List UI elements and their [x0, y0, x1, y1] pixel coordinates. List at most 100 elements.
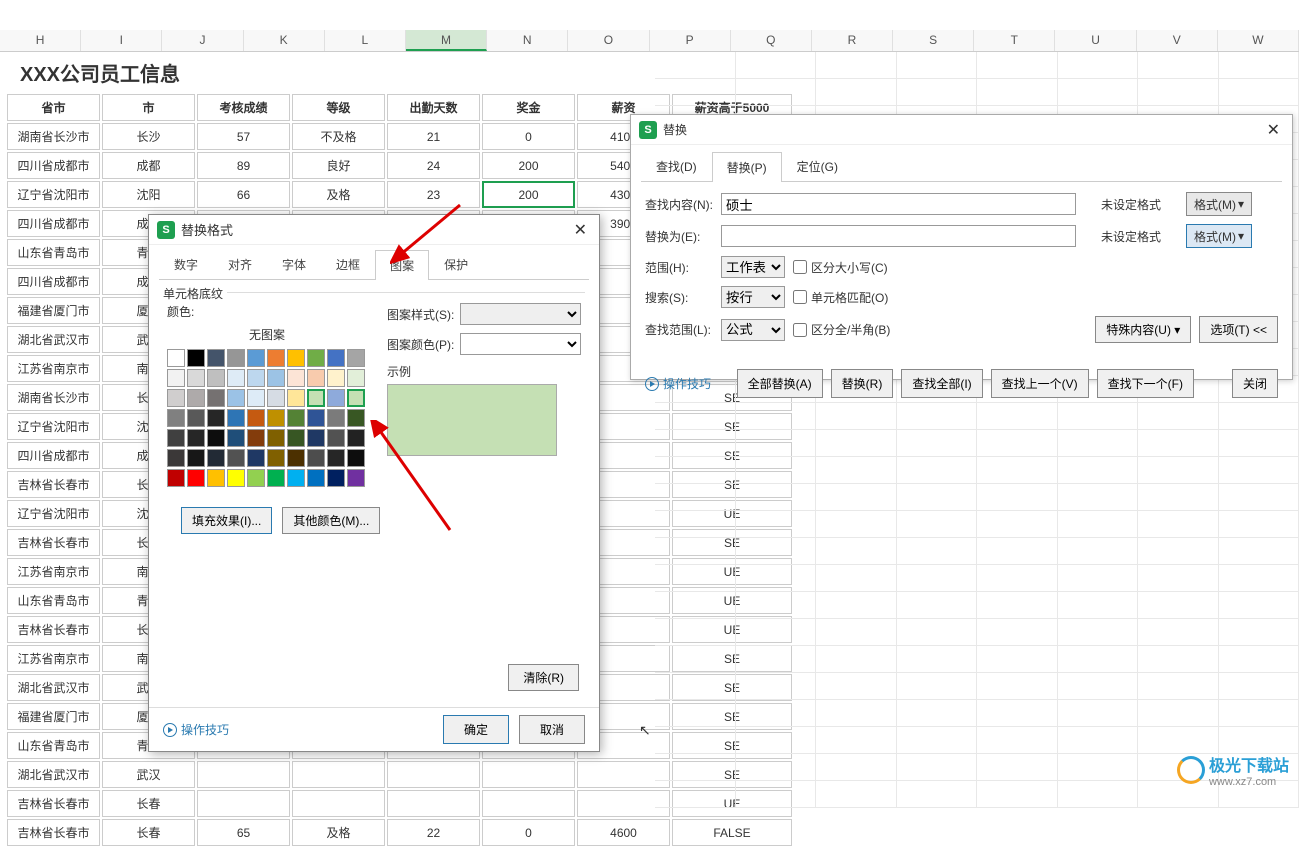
table-cell[interactable] — [482, 790, 575, 817]
color-swatch[interactable] — [347, 449, 365, 467]
color-swatch[interactable] — [187, 389, 205, 407]
color-swatch[interactable] — [247, 389, 265, 407]
column-header[interactable]: T — [974, 30, 1055, 51]
table-cell[interactable]: 200 — [482, 152, 575, 179]
color-swatch[interactable] — [347, 409, 365, 427]
table-cell[interactable]: 成都 — [102, 152, 195, 179]
color-swatch[interactable] — [167, 389, 185, 407]
color-swatch[interactable] — [287, 429, 305, 447]
table-cell[interactable]: 武汉 — [102, 761, 195, 788]
color-swatch[interactable] — [287, 369, 305, 387]
color-swatch[interactable] — [167, 429, 185, 447]
table-cell[interactable]: 四川省成都市 — [7, 152, 100, 179]
match-cell-checkbox[interactable]: 单元格匹配(O) — [793, 289, 888, 306]
table-cell[interactable]: 吉林省长春市 — [7, 819, 100, 846]
color-swatch[interactable] — [207, 349, 225, 367]
color-swatch[interactable] — [167, 349, 185, 367]
column-header[interactable]: S — [893, 30, 974, 51]
table-cell[interactable]: 吉林省长春市 — [7, 790, 100, 817]
table-cell[interactable]: 89 — [197, 152, 290, 179]
table-cell[interactable]: 200 — [482, 181, 575, 208]
table-cell[interactable]: 湖北省武汉市 — [7, 761, 100, 788]
pattern-color-select[interactable] — [460, 333, 581, 355]
tab-定位(G)[interactable]: 定位(G) — [782, 151, 853, 181]
color-swatch[interactable] — [227, 429, 245, 447]
replace-input[interactable] — [721, 225, 1076, 247]
color-swatch[interactable] — [207, 369, 225, 387]
table-cell[interactable]: 23 — [387, 181, 480, 208]
table-cell[interactable]: 沈阳 — [102, 181, 195, 208]
color-swatch[interactable] — [167, 369, 185, 387]
column-header[interactable]: H — [0, 30, 81, 51]
column-header[interactable]: Q — [731, 30, 812, 51]
find-prev-button[interactable]: 查找上一个(V) — [991, 369, 1089, 398]
other-color-button[interactable]: 其他颜色(M)... — [282, 507, 380, 534]
find-format-button[interactable]: 格式(M)▾ — [1186, 192, 1252, 216]
cancel-button[interactable]: 取消 — [519, 715, 585, 744]
color-swatch[interactable] — [247, 349, 265, 367]
color-swatch[interactable] — [207, 469, 225, 487]
table-cell[interactable]: 湖北省武汉市 — [7, 326, 100, 353]
table-cell[interactable]: 长春 — [102, 819, 195, 846]
search-select[interactable]: 按行 — [721, 286, 785, 308]
tips-link[interactable]: 操作技巧 — [645, 375, 711, 392]
color-swatch[interactable] — [227, 369, 245, 387]
color-swatch[interactable] — [167, 409, 185, 427]
color-swatch[interactable] — [247, 369, 265, 387]
color-swatch[interactable] — [207, 389, 225, 407]
tab-替换(P)[interactable]: 替换(P) — [712, 152, 782, 182]
table-cell[interactable]: 4600 — [577, 819, 670, 846]
tips-link[interactable]: 操作技巧 — [163, 721, 229, 738]
color-swatch[interactable] — [327, 449, 345, 467]
color-swatch[interactable] — [307, 389, 325, 407]
case-checkbox[interactable]: 区分大小写(C) — [793, 259, 888, 276]
no-pattern-label[interactable]: 无图案 — [167, 326, 367, 343]
table-cell[interactable]: 江苏省南京市 — [7, 355, 100, 382]
column-header[interactable]: K — [244, 30, 325, 51]
color-swatch[interactable] — [207, 409, 225, 427]
color-swatch[interactable] — [267, 389, 285, 407]
table-cell[interactable] — [292, 790, 385, 817]
table-cell[interactable]: 山东省青岛市 — [7, 587, 100, 614]
column-header[interactable]: W — [1218, 30, 1299, 51]
table-cell[interactable]: 长沙 — [102, 123, 195, 150]
table-cell[interactable] — [197, 790, 290, 817]
table-cell[interactable] — [387, 761, 480, 788]
table-cell[interactable]: FALSE — [672, 819, 792, 846]
color-swatch[interactable] — [287, 389, 305, 407]
table-cell[interactable]: 福建省厦门市 — [7, 703, 100, 730]
color-swatch[interactable] — [287, 469, 305, 487]
close-icon[interactable]: ✕ — [570, 220, 591, 240]
color-swatch[interactable] — [267, 369, 285, 387]
color-swatch[interactable] — [247, 409, 265, 427]
table-cell[interactable]: 湖南省长沙市 — [7, 123, 100, 150]
clear-button[interactable]: 清除(R) — [508, 664, 579, 691]
color-swatch[interactable] — [187, 369, 205, 387]
table-cell[interactable]: 66 — [197, 181, 290, 208]
tab-字体[interactable]: 字体 — [267, 249, 321, 279]
color-swatch[interactable] — [227, 389, 245, 407]
tab-图案[interactable]: 图案 — [375, 250, 429, 280]
scope-select[interactable]: 工作表 — [721, 256, 785, 278]
width-checkbox[interactable]: 区分全/半角(B) — [793, 321, 890, 338]
table-cell[interactable]: 吉林省长春市 — [7, 616, 100, 643]
table-cell[interactable] — [197, 761, 290, 788]
find-input[interactable] — [721, 193, 1076, 215]
table-cell[interactable]: 良好 — [292, 152, 385, 179]
color-swatch[interactable] — [307, 409, 325, 427]
table-cell[interactable]: 65 — [197, 819, 290, 846]
table-cell[interactable]: 及格 — [292, 819, 385, 846]
color-swatch[interactable] — [347, 469, 365, 487]
table-cell[interactable]: 及格 — [292, 181, 385, 208]
color-swatch[interactable] — [347, 369, 365, 387]
color-swatch[interactable] — [247, 469, 265, 487]
color-swatch[interactable] — [167, 469, 185, 487]
color-swatch[interactable] — [247, 449, 265, 467]
table-cell[interactable] — [482, 761, 575, 788]
ok-button[interactable]: 确定 — [443, 715, 509, 744]
color-swatch[interactable] — [347, 349, 365, 367]
color-swatch[interactable] — [307, 369, 325, 387]
table-cell[interactable]: 吉林省长春市 — [7, 471, 100, 498]
color-swatch[interactable] — [307, 449, 325, 467]
color-swatch[interactable] — [307, 429, 325, 447]
